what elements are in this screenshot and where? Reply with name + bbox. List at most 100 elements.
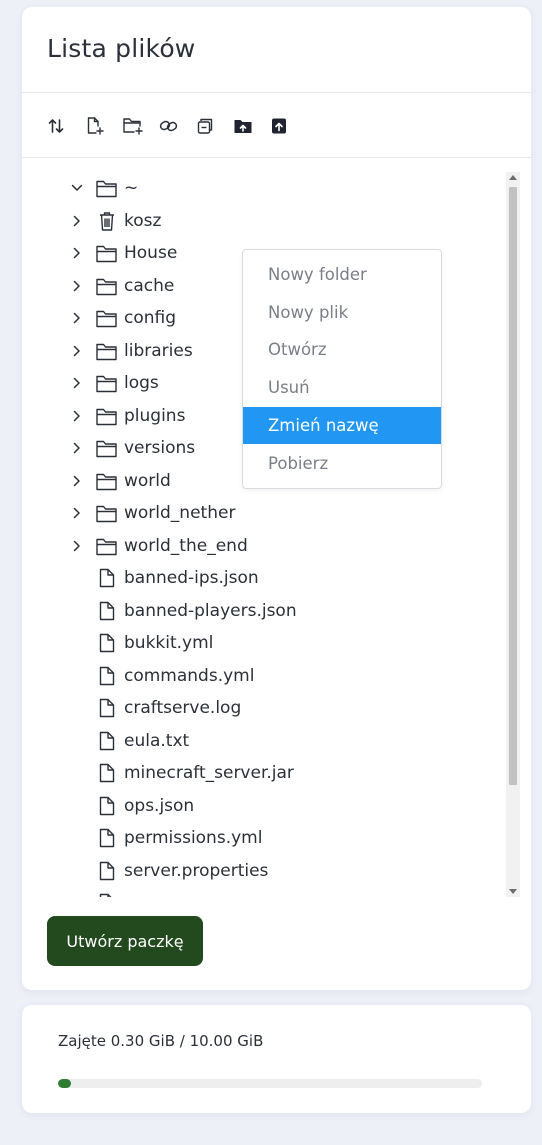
folder-icon — [96, 310, 117, 328]
chevron-right-icon[interactable] — [70, 441, 84, 455]
folder-icon — [96, 440, 117, 458]
chevron-right-icon[interactable] — [70, 344, 84, 358]
file-icon — [99, 731, 115, 750]
disk-usage-bar-fill — [58, 1079, 71, 1088]
file-icon — [99, 828, 115, 848]
file-icon — [99, 861, 115, 880]
chevron-right-icon[interactable] — [70, 474, 84, 488]
link-button[interactable] — [159, 115, 196, 137]
context-menu-item[interactable]: Nowy folder — [243, 256, 441, 293]
folder-icon — [96, 180, 117, 198]
folder-plus-icon — [123, 118, 143, 135]
file-icon — [99, 698, 115, 718]
tree-item-label: eula.txt — [124, 730, 190, 751]
file-upload-icon — [272, 118, 286, 134]
file-row[interactable]: banned-ips.json — [44, 563, 504, 593]
scroll-down-arrow-icon[interactable] — [509, 889, 517, 894]
file-row[interactable]: minecraft_server.jar — [44, 758, 504, 788]
disk-usage-text: Zajęte 0.30 GiB / 10.00 GiB — [58, 1032, 264, 1050]
tree-scrollbar[interactable] — [506, 172, 520, 897]
tree-item-label: server.properties — [124, 860, 269, 881]
collapse-all-button[interactable] — [196, 115, 233, 137]
tree-item-label: banned-players.json — [124, 600, 297, 621]
context-menu-item[interactable]: Usuń — [243, 369, 441, 406]
tree-item-label: minecraft_server.jar — [124, 763, 294, 783]
folder-icon — [96, 278, 117, 295]
file-icon — [99, 601, 115, 620]
file-row[interactable]: eula.txt — [44, 726, 504, 756]
new-folder-button[interactable] — [122, 115, 159, 137]
trash-icon — [100, 211, 114, 231]
link-icon — [159, 120, 178, 132]
context-menu-item[interactable]: Zmień nazwę — [243, 406, 441, 444]
disk-usage-panel: Zajęte 0.30 GiB / 10.00 GiB — [22, 1005, 531, 1113]
file-icon — [99, 633, 115, 653]
context-menu-item[interactable]: Otwórz — [243, 331, 441, 368]
tree-item-label: logs — [124, 373, 159, 393]
file-row[interactable]: permissions.yml — [44, 823, 504, 853]
new-file-button[interactable] — [85, 115, 122, 137]
upload-folder-button[interactable] — [233, 115, 270, 137]
tree-item-label: House — [124, 243, 178, 263]
tree-item-label: kosz — [124, 210, 162, 231]
folder-row[interactable]: kosz — [44, 206, 504, 236]
file-row[interactable]: banned-players.json — [44, 596, 504, 626]
tree-item-label: plugins — [124, 405, 186, 426]
tree-item-label: ops.json — [124, 795, 195, 816]
folder-icon — [96, 408, 117, 425]
folder-icon — [96, 538, 117, 555]
file-icon — [99, 763, 115, 783]
panel-title: Lista plików — [47, 34, 196, 63]
context-menu-item[interactable]: Nowy plik — [243, 294, 441, 331]
file-row[interactable] — [44, 888, 504, 897]
sort-button[interactable] — [48, 115, 85, 137]
folder-upload-icon — [234, 120, 252, 133]
chevron-right-icon[interactable] — [70, 506, 84, 520]
file-icon — [99, 893, 112, 897]
file-icon — [99, 796, 115, 815]
sort-icon — [48, 119, 64, 133]
chevron-right-icon[interactable] — [70, 409, 84, 423]
folder-icon — [96, 505, 117, 523]
chevron-right-icon[interactable] — [70, 539, 84, 553]
file-row[interactable]: commands.yml — [44, 661, 504, 691]
folder-icon — [96, 343, 117, 360]
create-package-button[interactable]: Utwórz paczkę — [47, 916, 203, 966]
folder-row[interactable]: ~ — [44, 173, 504, 203]
file-row[interactable]: server.properties — [44, 856, 504, 886]
file-list-panel: Lista plików ~ kosz House cache config l… — [22, 7, 531, 990]
scroll-up-arrow-icon[interactable] — [509, 175, 517, 180]
tree-item-label: world_nether — [124, 503, 236, 523]
folder-icon — [96, 245, 117, 263]
file-row[interactable]: craftserve.log — [44, 693, 504, 723]
tree-item-label: libraries — [124, 340, 193, 361]
upload-file-button[interactable] — [270, 115, 307, 137]
chevron-down-icon[interactable] — [70, 181, 84, 195]
chevron-right-icon[interactable] — [70, 246, 84, 260]
chevron-right-icon[interactable] — [70, 311, 84, 325]
folder-row[interactable]: world_the_end — [44, 531, 504, 561]
file-plus-icon — [87, 117, 104, 135]
tree-item-label: ~ — [124, 178, 139, 198]
tree-item-label: config — [124, 308, 177, 328]
tree-item-label: world — [124, 470, 171, 491]
chevron-right-icon[interactable] — [70, 279, 84, 293]
context-menu-item[interactable]: Pobierz — [243, 445, 441, 482]
tree-item-label: cache — [124, 275, 175, 296]
file-row[interactable]: ops.json — [44, 791, 504, 821]
scrollbar-thumb[interactable] — [509, 187, 517, 785]
chevron-right-icon[interactable] — [70, 214, 84, 228]
title-divider — [22, 92, 531, 93]
file-icon — [99, 666, 115, 685]
chevron-right-icon[interactable] — [70, 376, 84, 390]
folder-row[interactable]: world_nether — [44, 498, 504, 528]
context-menu: Nowy folder Nowy plik Otwórz Usuń Zmień nazw… — [242, 249, 442, 489]
tree-item-label: craftserve.log — [124, 698, 242, 718]
folder-icon — [96, 473, 117, 490]
file-row[interactable]: bukkit.yml — [44, 628, 504, 658]
tree-item-label: versions — [124, 438, 196, 458]
tree-item-label: bukkit.yml — [124, 633, 214, 653]
tree-item-label: permissions.yml — [124, 828, 263, 848]
file-icon — [99, 568, 115, 588]
tree-item-label: world_the_end — [124, 535, 248, 556]
